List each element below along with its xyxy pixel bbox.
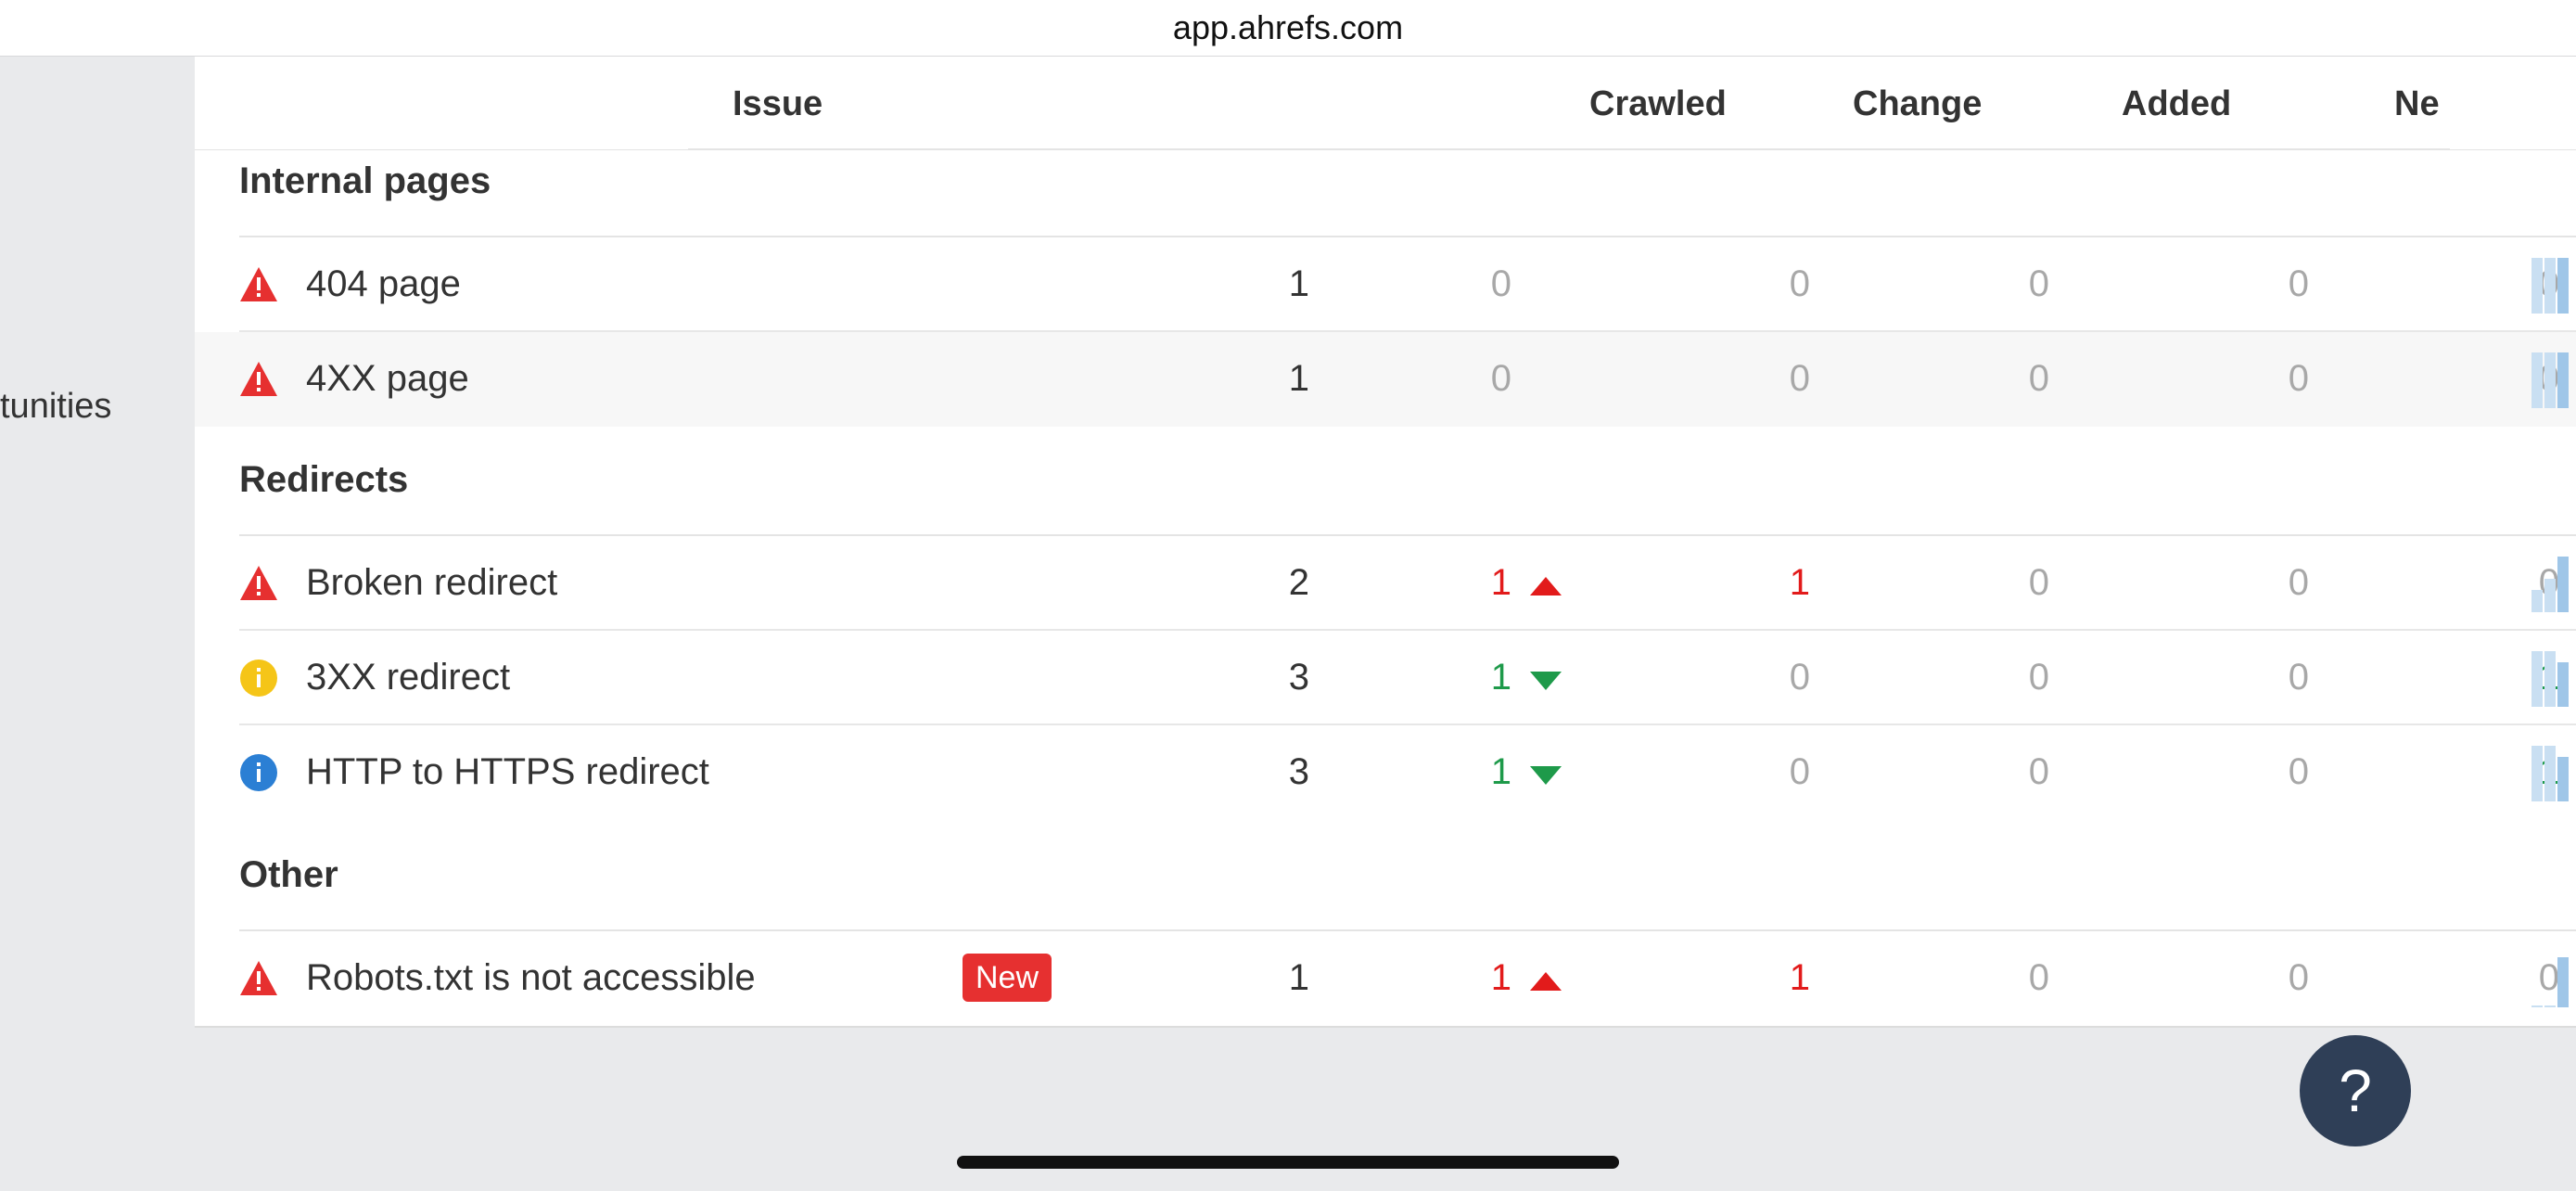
table-row[interactable]: HTTP to HTTPS redirect 3 1 0 0 0 1 <box>195 725 2576 820</box>
decrease-arrow-icon <box>1530 672 1562 690</box>
issue-count[interactable]: 2 <box>1235 562 1309 604</box>
column-header-added[interactable]: Added <box>2122 84 2231 124</box>
trend-sparkline <box>2531 952 2576 1007</box>
error-triangle-icon <box>240 566 277 600</box>
column-header-change[interactable]: Change <box>1853 84 1982 124</box>
new-badge: New <box>963 954 1052 1002</box>
increase-arrow-icon <box>1530 577 1562 596</box>
header-underline <box>688 148 2450 150</box>
error-triangle-icon <box>240 362 277 396</box>
issue-delta: 1 <box>1490 957 1511 998</box>
column-header-crawled[interactable]: Crawled <box>1589 84 1727 124</box>
table-row[interactable]: 4XX page 1 0 0 0 0 0 <box>195 332 2576 427</box>
issue-delta: 1 <box>1490 751 1511 792</box>
added-value: 0 <box>2288 562 2309 603</box>
url-text: app.ahrefs.com <box>1172 8 1404 46</box>
crawled-value: 1 <box>1789 562 1810 603</box>
added-value: 0 <box>2288 263 2309 304</box>
table-header: Issue Crawled Change Added Ne <box>195 57 2576 150</box>
issue-name[interactable]: Robots.txt is not accessible <box>306 957 756 999</box>
trend-sparkline <box>2531 651 2576 707</box>
issue-count[interactable]: 3 <box>1235 751 1309 793</box>
added-value: 0 <box>2288 358 2309 399</box>
table-row[interactable]: Broken redirect 2 1 1 0 0 0 <box>195 536 2576 631</box>
trend-sparkline <box>2531 258 2576 314</box>
table-row[interactable]: 3XX redirect 3 1 0 0 0 1 <box>195 631 2576 725</box>
crawled-value: 0 <box>1789 263 1810 304</box>
error-triangle-icon <box>240 961 277 995</box>
added-value: 0 <box>2288 751 2309 792</box>
table-row[interactable]: 404 page 1 0 0 0 0 0 <box>195 237 2576 332</box>
issue-delta: 1 <box>1490 562 1511 603</box>
help-icon: ? <box>2339 1057 2372 1124</box>
crawled-value: 0 <box>1789 657 1810 698</box>
issue-name[interactable]: Broken redirect <box>306 562 557 604</box>
change-value: 0 <box>2028 957 2049 998</box>
change-value: 0 <box>2028 263 2049 304</box>
crawled-value: 0 <box>1789 358 1810 399</box>
change-value: 0 <box>2028 751 2049 792</box>
issue-name[interactable]: 3XX redirect <box>306 657 510 698</box>
table-row[interactable]: Robots.txt is not accessible New 1 1 1 0… <box>195 931 2576 1026</box>
issue-delta: 0 <box>1490 263 1511 304</box>
group-title-other: Other <box>239 854 338 895</box>
issue-delta: 0 <box>1490 358 1511 399</box>
trend-sparkline <box>2531 557 2576 612</box>
issues-table: Issue Crawled Change Added Ne Internal p… <box>195 57 2576 1028</box>
trend-sparkline <box>2531 352 2576 408</box>
issue-count[interactable]: 1 <box>1235 957 1309 999</box>
error-triangle-icon <box>240 267 277 301</box>
browser-url-bar[interactable]: app.ahrefs.com <box>0 0 2576 57</box>
issue-count[interactable]: 1 <box>1235 263 1309 305</box>
help-button[interactable]: ? <box>2300 1035 2411 1146</box>
issue-name[interactable]: HTTP to HTTPS redirect <box>306 751 709 793</box>
home-indicator <box>957 1156 1619 1169</box>
crawled-value: 0 <box>1789 751 1810 792</box>
change-value: 0 <box>2028 657 2049 698</box>
sidebar-item-opportunities[interactable]: tunities <box>0 387 111 427</box>
crawled-value: 1 <box>1789 957 1810 998</box>
issue-count[interactable]: 3 <box>1235 657 1309 698</box>
decrease-arrow-icon <box>1530 766 1562 785</box>
change-value: 0 <box>2028 562 2049 603</box>
group-title-redirects: Redirects <box>239 459 409 500</box>
increase-arrow-icon <box>1530 972 1562 991</box>
column-header-issue[interactable]: Issue <box>733 84 823 124</box>
issue-count[interactable]: 1 <box>1235 358 1309 400</box>
added-value: 0 <box>2288 657 2309 698</box>
group-title-internal-pages: Internal pages <box>239 160 491 201</box>
change-value: 0 <box>2028 358 2049 399</box>
added-value: 0 <box>2288 957 2309 998</box>
issue-name[interactable]: 4XX page <box>306 358 469 400</box>
trend-sparkline <box>2531 746 2576 801</box>
issue-delta: 1 <box>1490 657 1511 698</box>
warning-info-icon <box>240 660 277 697</box>
issue-name[interactable]: 404 page <box>306 263 461 305</box>
column-header-new[interactable]: Ne <box>2394 84 2440 124</box>
sidebar: tunities <box>0 57 195 1191</box>
notice-info-icon <box>240 754 277 791</box>
